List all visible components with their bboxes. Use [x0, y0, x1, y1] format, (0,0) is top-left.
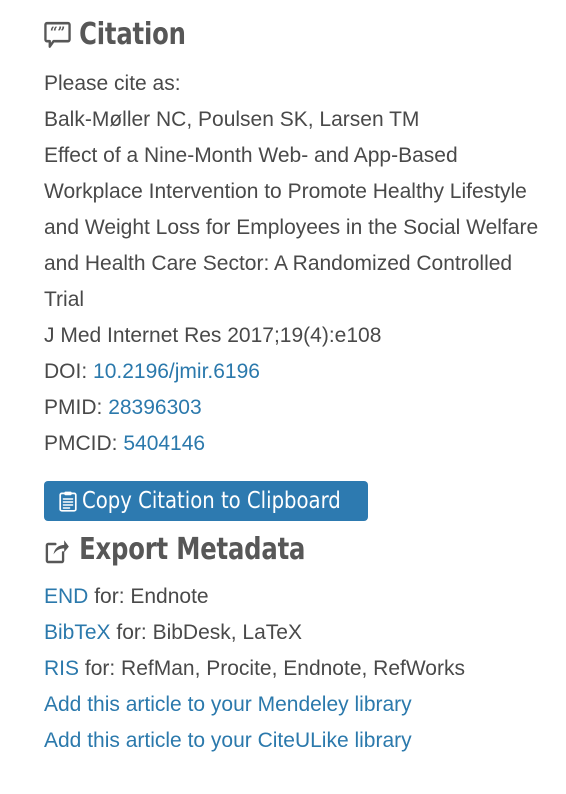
export-row-citeulike: Add this article to your CiteULike libra… [44, 723, 550, 759]
clipboard-icon [58, 490, 78, 512]
citation-title: Effect of a Nine-Month Web- and App-Base… [44, 144, 539, 311]
export-row-bibtex: BibTeX for: BibDesk, LaTeX [44, 615, 550, 651]
pmcid-link[interactable]: 5404146 [123, 432, 205, 455]
export-description-bibtex: for: BibDesk, LaTeX [116, 621, 302, 644]
citation-doi-row: DOI: 10.2196/jmir.6196 [44, 354, 550, 390]
export-format-list: END for: Endnote BibTeX for: BibDesk, La… [44, 579, 550, 759]
export-metadata-section-heading: Export Metadata [44, 521, 499, 565]
quote-bubble-icon: “” [44, 20, 71, 50]
export-row-mendeley: Add this article to your Mendeley librar… [44, 687, 550, 723]
add-to-mendeley-library-link[interactable]: Add this article to your Mendeley librar… [44, 693, 412, 716]
pmid-link[interactable]: 28396303 [108, 396, 201, 419]
doi-link[interactable]: 10.2196/jmir.6196 [93, 360, 260, 383]
citation-authors: Balk-Møller NC, Poulsen SK, Larsen TM [44, 108, 420, 131]
citation-text-block: Please cite as: Balk-Møller NC, Poulsen … [44, 66, 550, 462]
share-export-icon [44, 535, 71, 565]
copy-citation-to-clipboard-button[interactable]: Copy Citation to Clipboard [44, 481, 369, 521]
citation-section-heading: “” Citation [44, 0, 499, 50]
export-link-bibtex[interactable]: BibTeX [44, 621, 111, 644]
citation-heading-label: Citation [79, 17, 186, 52]
export-link-end[interactable]: END [44, 585, 88, 608]
add-to-citeulike-library-link[interactable]: Add this article to your CiteULike libra… [44, 729, 412, 752]
export-description-end: for: Endnote [94, 585, 209, 608]
export-row-ris: RIS for: RefMan, Procite, Endnote, RefWo… [44, 651, 550, 687]
export-description-ris: for: RefMan, Procite, Endnote, RefWorks [84, 657, 465, 680]
pmid-label: PMID: [44, 396, 103, 419]
citation-pmcid-row: PMCID: 5404146 [44, 426, 550, 462]
citation-export-panel: “” Citation Please cite as: Balk-Møller … [0, 0, 566, 759]
citation-journal-reference: J Med Internet Res 2017;19(4):e108 [44, 324, 382, 347]
svg-text:“”: “” [50, 25, 65, 42]
export-heading-label: Export Metadata [79, 532, 306, 567]
copy-citation-button-label: Copy Citation to Clipboard [82, 488, 341, 514]
export-link-ris[interactable]: RIS [44, 657, 79, 680]
citation-pmid-row: PMID: 28396303 [44, 390, 550, 426]
doi-label: DOI: [44, 360, 88, 383]
export-row-end: END for: Endnote [44, 579, 550, 615]
pmcid-label: PMCID: [44, 432, 118, 455]
citation-intro: Please cite as: [44, 72, 181, 95]
